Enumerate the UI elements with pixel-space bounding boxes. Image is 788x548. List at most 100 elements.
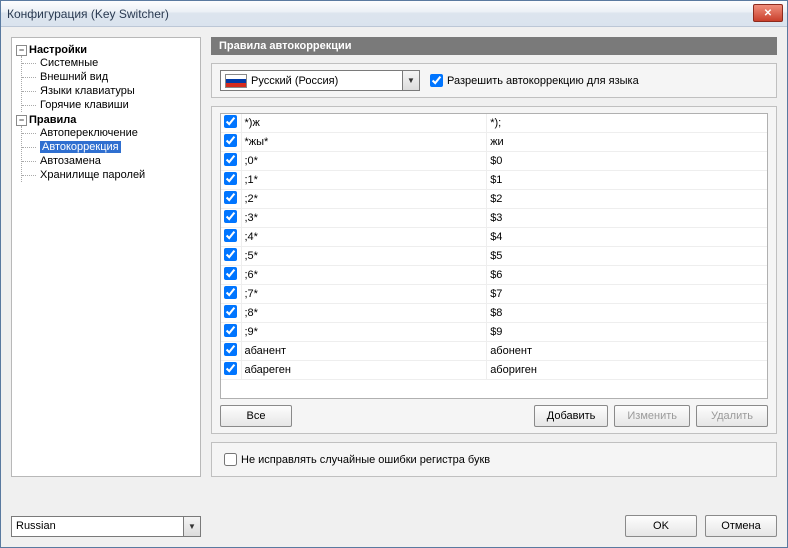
- rule-checkbox-cell[interactable]: [221, 323, 241, 342]
- rule-enabled-checkbox[interactable]: [224, 210, 237, 223]
- allow-autocorrect-checkbox[interactable]: Разрешить автокоррекцию для языка: [430, 74, 639, 87]
- table-row[interactable]: ;1*$1: [221, 171, 767, 190]
- rule-from-cell[interactable]: ;7*: [241, 285, 487, 304]
- rule-checkbox-cell[interactable]: [221, 133, 241, 152]
- cancel-button[interactable]: Отмена: [705, 515, 777, 537]
- rule-to-cell[interactable]: абориген: [487, 361, 767, 380]
- rule-from-cell[interactable]: ;4*: [241, 228, 487, 247]
- table-row[interactable]: ;6*$6: [221, 266, 767, 285]
- rule-to-cell[interactable]: $3: [487, 209, 767, 228]
- tree-group-caption[interactable]: − Правила: [16, 114, 196, 126]
- rule-to-cell[interactable]: *);: [487, 114, 767, 133]
- rule-to-cell[interactable]: $2: [487, 190, 767, 209]
- rule-from-cell[interactable]: ;2*: [241, 190, 487, 209]
- chevron-down-icon[interactable]: ▼: [402, 71, 419, 90]
- rule-to-cell[interactable]: $8: [487, 304, 767, 323]
- rule-enabled-checkbox[interactable]: [224, 134, 237, 147]
- rule-from-cell[interactable]: *жы*: [241, 133, 487, 152]
- chevron-down-icon[interactable]: ▼: [183, 517, 200, 536]
- ok-button[interactable]: OK: [625, 515, 697, 537]
- rule-to-cell[interactable]: $5: [487, 247, 767, 266]
- rules-scroll[interactable]: *)ж*);*жы*жи;0*$0;1*$1;2*$2;3*$3;4*$4;5*…: [221, 114, 767, 398]
- rule-enabled-checkbox[interactable]: [224, 172, 237, 185]
- rule-from-cell[interactable]: *)ж: [241, 114, 487, 133]
- rule-checkbox-cell[interactable]: [221, 285, 241, 304]
- allow-autocorrect-input[interactable]: [430, 74, 443, 87]
- rule-to-cell[interactable]: $7: [487, 285, 767, 304]
- rule-from-cell[interactable]: ;8*: [241, 304, 487, 323]
- rule-enabled-checkbox[interactable]: [224, 229, 237, 242]
- rule-to-cell[interactable]: абонент: [487, 342, 767, 361]
- table-row[interactable]: абанентабонент: [221, 342, 767, 361]
- rule-enabled-checkbox[interactable]: [224, 153, 237, 166]
- rule-to-cell[interactable]: $1: [487, 171, 767, 190]
- language-combo[interactable]: Русский (Россия) ▼: [220, 70, 420, 91]
- rule-enabled-checkbox[interactable]: [224, 343, 237, 356]
- close-button[interactable]: ✕: [753, 4, 783, 22]
- rule-checkbox-cell[interactable]: [221, 304, 241, 323]
- rule-enabled-checkbox[interactable]: [224, 191, 237, 204]
- rule-checkbox-cell[interactable]: [221, 152, 241, 171]
- rule-checkbox-cell[interactable]: [221, 247, 241, 266]
- rule-to-cell[interactable]: жи: [487, 133, 767, 152]
- rule-enabled-checkbox[interactable]: [224, 305, 237, 318]
- table-row[interactable]: ;7*$7: [221, 285, 767, 304]
- rule-to-cell[interactable]: $4: [487, 228, 767, 247]
- rule-enabled-checkbox[interactable]: [224, 248, 237, 261]
- rule-to-cell[interactable]: $6: [487, 266, 767, 285]
- tree-item[interactable]: Системные: [22, 56, 196, 70]
- rule-enabled-checkbox[interactable]: [224, 267, 237, 280]
- table-row[interactable]: абарегенабориген: [221, 361, 767, 380]
- tree-item[interactable]: Автокоррекция: [22, 140, 196, 154]
- table-row[interactable]: *)ж*);: [221, 114, 767, 133]
- collapse-icon[interactable]: −: [16, 45, 27, 56]
- case-fix-checkbox[interactable]: Не исправлять случайные ошибки регистра …: [224, 453, 764, 466]
- table-row[interactable]: *жы*жи: [221, 133, 767, 152]
- settings-tree[interactable]: − Настройки СистемныеВнешний видЯзыки кл…: [11, 37, 201, 477]
- table-row[interactable]: ;4*$4: [221, 228, 767, 247]
- edit-button[interactable]: Изменить: [614, 405, 690, 427]
- rule-enabled-checkbox[interactable]: [224, 362, 237, 375]
- titlebar[interactable]: Конфигурация (Key Switcher) ✕: [1, 1, 787, 27]
- rule-from-cell[interactable]: ;3*: [241, 209, 487, 228]
- rule-checkbox-cell[interactable]: [221, 342, 241, 361]
- collapse-icon[interactable]: −: [16, 115, 27, 126]
- rule-checkbox-cell[interactable]: [221, 190, 241, 209]
- rule-enabled-checkbox[interactable]: [224, 324, 237, 337]
- tree-item[interactable]: Автопереключение: [22, 126, 196, 140]
- rule-from-cell[interactable]: ;1*: [241, 171, 487, 190]
- rule-from-cell[interactable]: ;0*: [241, 152, 487, 171]
- ui-language-combo[interactable]: Russian ▼: [11, 516, 201, 537]
- case-fix-input[interactable]: [224, 453, 237, 466]
- tree-item[interactable]: Внешний вид: [22, 70, 196, 84]
- tree-group-caption[interactable]: − Настройки: [16, 44, 196, 56]
- table-row[interactable]: ;0*$0: [221, 152, 767, 171]
- rule-checkbox-cell[interactable]: [221, 361, 241, 380]
- tree-item[interactable]: Хранилище паролей: [22, 168, 196, 182]
- rule-from-cell[interactable]: ;6*: [241, 266, 487, 285]
- rule-to-cell[interactable]: $9: [487, 323, 767, 342]
- rule-from-cell[interactable]: абанент: [241, 342, 487, 361]
- select-all-button[interactable]: Все: [220, 405, 292, 427]
- table-row[interactable]: ;5*$5: [221, 247, 767, 266]
- table-row[interactable]: ;9*$9: [221, 323, 767, 342]
- rule-from-cell[interactable]: ;9*: [241, 323, 487, 342]
- rule-checkbox-cell[interactable]: [221, 171, 241, 190]
- rule-to-cell[interactable]: $0: [487, 152, 767, 171]
- tree-item[interactable]: Языки клавиатуры: [22, 84, 196, 98]
- rule-enabled-checkbox[interactable]: [224, 115, 237, 128]
- rule-checkbox-cell[interactable]: [221, 228, 241, 247]
- table-row[interactable]: ;3*$3: [221, 209, 767, 228]
- tree-item[interactable]: Горячие клавиши: [22, 98, 196, 112]
- table-row[interactable]: ;8*$8: [221, 304, 767, 323]
- rule-from-cell[interactable]: абареген: [241, 361, 487, 380]
- rule-checkbox-cell[interactable]: [221, 209, 241, 228]
- rule-from-cell[interactable]: ;5*: [241, 247, 487, 266]
- rule-checkbox-cell[interactable]: [221, 266, 241, 285]
- rule-enabled-checkbox[interactable]: [224, 286, 237, 299]
- tree-item[interactable]: Автозамена: [22, 154, 196, 168]
- delete-button[interactable]: Удалить: [696, 405, 768, 427]
- rule-checkbox-cell[interactable]: [221, 114, 241, 133]
- table-row[interactable]: ;2*$2: [221, 190, 767, 209]
- add-button[interactable]: Добавить: [534, 405, 609, 427]
